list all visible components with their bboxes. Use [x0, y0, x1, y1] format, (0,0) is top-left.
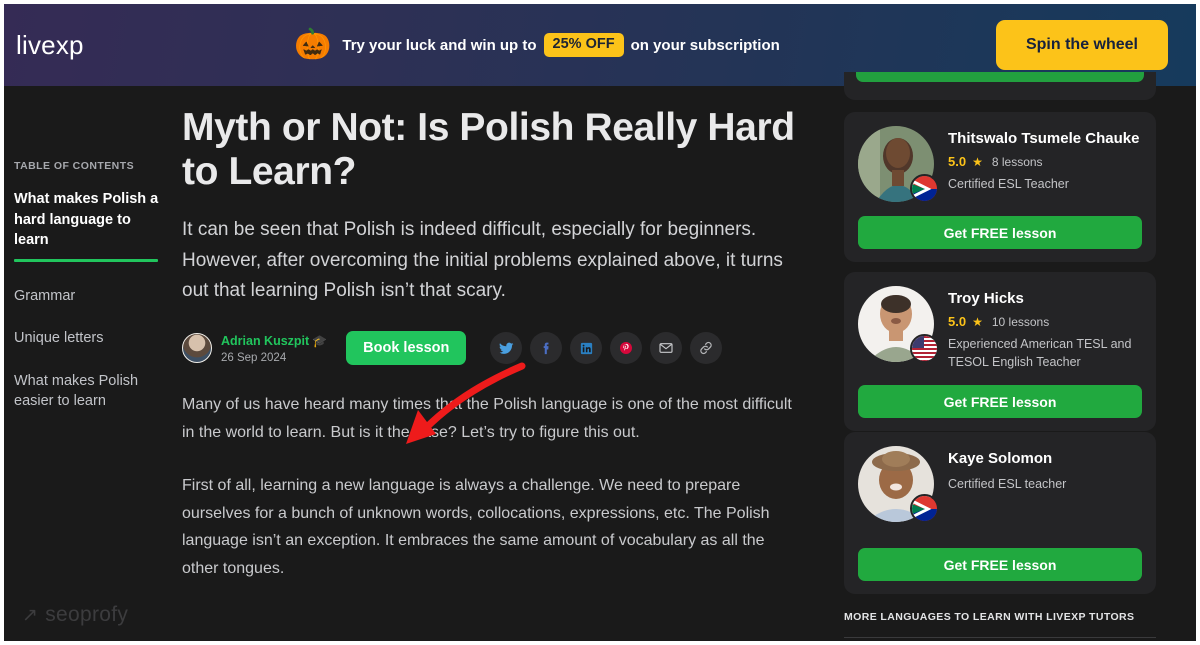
graduation-cap-icon: 🎓 [312, 334, 328, 349]
share-pinterest-button[interactable] [610, 332, 643, 365]
more-languages-section: MORE LANGUAGES TO LEARN WITH LIVEXP TUTO… [844, 611, 1156, 638]
article-paragraph-1: Many of us have heard many times that th… [182, 396, 792, 441]
tutor-role: Certified ESL teacher [948, 477, 1067, 491]
united-states-flag-icon [910, 334, 939, 363]
tutor-info: Kaye Solomon Certified ESL teacher [948, 446, 1142, 522]
divider [844, 637, 1156, 638]
discount-badge: 25% OFF [543, 33, 624, 57]
toc-active-underline [14, 258, 158, 262]
livexp-logo[interactable]: livexp [16, 30, 84, 61]
author-meta: Adrian Kuszpit 🎓 26 Sep 2024 [221, 331, 327, 365]
link-icon [700, 342, 713, 355]
tutor-avatar-wrap [858, 446, 939, 523]
author-name[interactable]: Adrian Kuszpit [221, 334, 309, 349]
share-buttons [490, 332, 723, 365]
tutor-card-top: Kaye Solomon Certified ESL teacher [858, 446, 1142, 523]
tutor-card[interactable]: Troy Hicks 5.0 ★ 10 lessons Experienced … [844, 272, 1156, 431]
get-free-lesson-button[interactable]: Get FREE lesson [858, 548, 1142, 581]
tutor-rating-line: 5.0 ★ 10 lessons [948, 314, 1142, 329]
more-languages-heading: MORE LANGUAGES TO LEARN WITH LIVEXP TUTO… [844, 611, 1135, 623]
toc-item-grammar[interactable]: Grammar [14, 286, 166, 307]
star-icon: ★ [972, 314, 983, 329]
lesson-count: 10 lessons [991, 314, 1050, 329]
star-icon: ★ [972, 154, 983, 169]
south-africa-flag-icon [910, 494, 939, 523]
spin-the-wheel-button[interactable]: Spin the wheel [995, 20, 1168, 70]
promo-text-after: on your subscription [630, 36, 780, 54]
tutor-name: Thitswalo Tsumele Chauke [948, 130, 1140, 147]
tutor-name: Troy Hicks [948, 290, 1024, 307]
page-title: Myth or Not: Is Polish Really Hard to Le… [182, 106, 795, 194]
get-free-lesson-button-partial[interactable] [856, 72, 1144, 82]
author-block[interactable]: Adrian Kuszpit 🎓 26 Sep 2024 [182, 331, 327, 365]
promo-text: Try your luck and win up to 25% OFF on y… [342, 33, 780, 57]
tutor-card-cut-off [844, 72, 1156, 100]
tutor-card-top: Thitswalo Tsumele Chauke 5.0 ★ 8 lessons… [858, 126, 1142, 203]
tutor-info: Thitswalo Tsumele Chauke 5.0 ★ 8 lessons… [948, 126, 1142, 202]
pumpkin-icon: 🎃 [294, 28, 332, 61]
tutor-avatar-wrap [858, 126, 939, 203]
share-twitter-button[interactable] [490, 332, 523, 365]
twitter-icon [499, 342, 514, 354]
tutor-info: Troy Hicks 5.0 ★ 10 lessons Experienced … [948, 286, 1142, 371]
share-facebook-button[interactable] [530, 332, 563, 365]
arrow-up-right-icon: ↗ [22, 604, 39, 626]
article: Myth or Not: Is Polish Really Hard to Le… [182, 106, 812, 582]
browser-viewport: livexp 🎃 Try your luck and win up to 25%… [4, 4, 1196, 641]
page-body: TABLE OF CONTENTS What makes Polish a ha… [4, 72, 1196, 641]
article-lede: It can be seen that Polish is indeed dif… [182, 218, 783, 302]
seoprofy-watermark: ↗ seoprofy [22, 603, 128, 627]
toc-item-unique-letters[interactable]: Unique letters [14, 328, 166, 349]
tutor-rating-line: 5.0 ★ 8 lessons [948, 154, 1142, 169]
get-free-lesson-button[interactable]: Get FREE lesson [858, 216, 1142, 249]
article-paragraph-2: First of all, learning a new language is… [182, 477, 770, 577]
tutor-avatar-wrap [858, 286, 939, 363]
table-of-contents: TABLE OF CONTENTS What makes Polish a ha… [14, 160, 166, 434]
share-linkedin-button[interactable] [570, 332, 603, 365]
tutor-card-top: Troy Hicks 5.0 ★ 10 lessons Experienced … [858, 286, 1142, 371]
tutor-name: Kaye Solomon [948, 450, 1053, 467]
toc-item-what-makes-polish-hard[interactable]: What makes Polish a hard language to lea… [14, 189, 166, 251]
tutor-card[interactable]: Kaye Solomon Certified ESL teacher Get F… [844, 432, 1156, 594]
south-africa-flag-icon [910, 174, 939, 203]
tutor-role: Certified ESL Teacher [948, 177, 1069, 191]
tutor-card[interactable]: Thitswalo Tsumele Chauke 5.0 ★ 8 lessons… [844, 112, 1156, 262]
share-link-button[interactable] [690, 332, 723, 365]
book-lesson-button[interactable]: Book lesson [346, 331, 467, 366]
watermark-text: seoprofy [45, 603, 129, 626]
promo-text-before: Try your luck and win up to [342, 36, 537, 54]
rating-value: 5.0 [948, 154, 967, 169]
publish-date: 26 Sep 2024 [221, 351, 287, 364]
linkedin-icon [580, 342, 592, 354]
author-avatar [182, 333, 212, 364]
rating-value: 5.0 [948, 314, 967, 329]
promo-message: 🎃 Try your luck and win up to 25% OFF on… [294, 30, 780, 60]
lesson-count: 8 lessons [991, 154, 1043, 169]
tutor-role: Experienced American TESL and TESOL Engl… [948, 337, 1132, 369]
facebook-icon [543, 342, 549, 354]
byline-row: Adrian Kuszpit 🎓 26 Sep 2024 Book lesson [182, 331, 812, 366]
get-free-lesson-button[interactable]: Get FREE lesson [858, 385, 1142, 418]
email-icon [659, 343, 673, 354]
toc-item-what-makes-polish-easier[interactable]: What makes Polish easier to learn [14, 371, 166, 412]
toc-heading: TABLE OF CONTENTS [14, 160, 135, 172]
pinterest-icon [620, 342, 633, 355]
share-email-button[interactable] [650, 332, 683, 365]
